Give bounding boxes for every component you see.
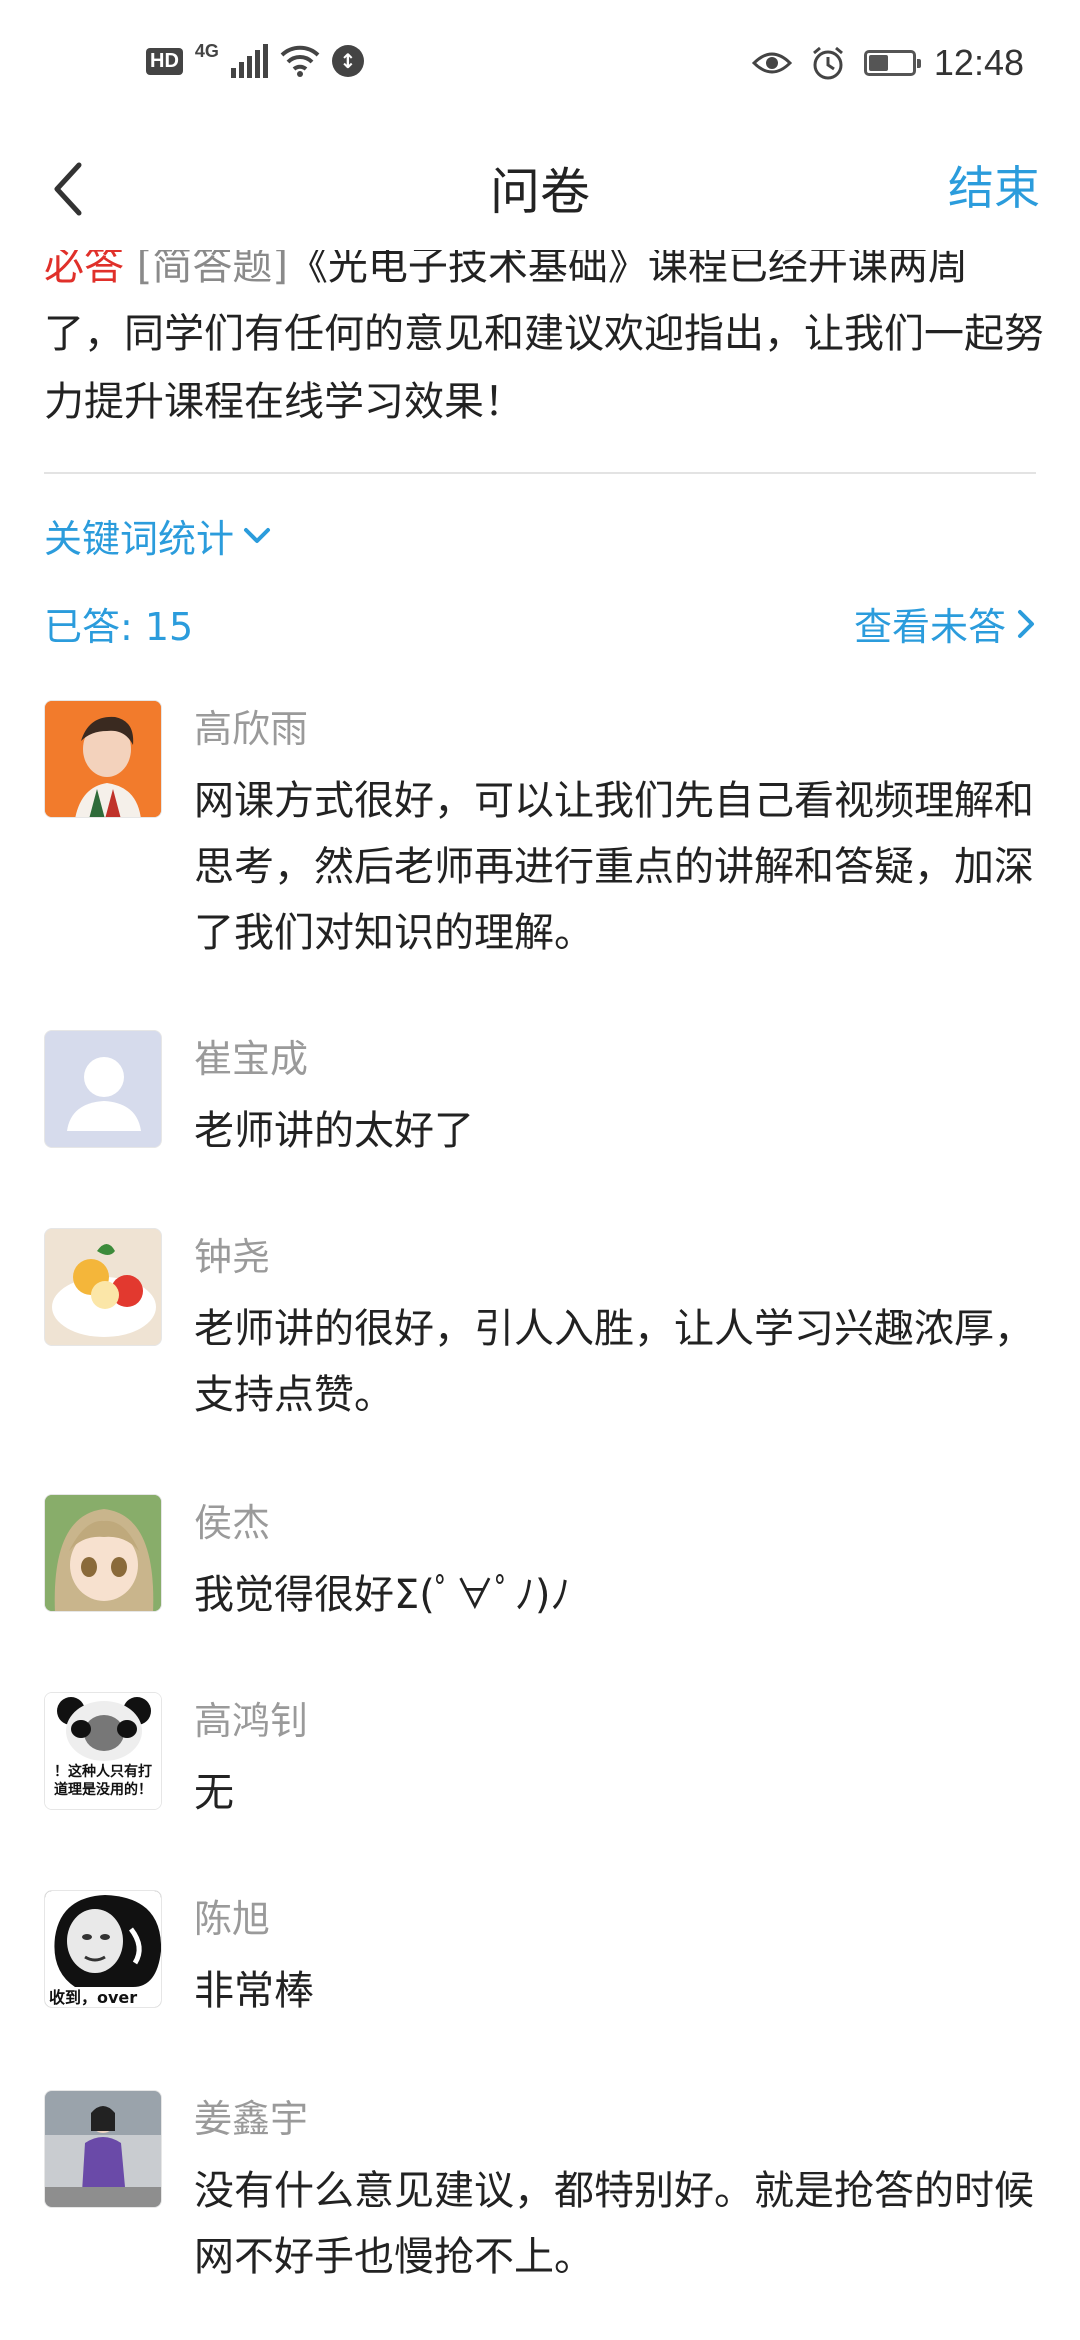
portrait-photo-icon[interactable]	[44, 700, 162, 818]
answer-author: 高欣雨	[194, 707, 309, 751]
nav-bar: 问卷 结束	[0, 132, 1080, 250]
answer-author: 崔宝成	[194, 1037, 309, 1081]
status-left-icons: HD 4G ↕	[146, 40, 364, 78]
divider	[44, 472, 1036, 474]
chevron-right-icon	[1018, 609, 1034, 638]
page-title: 问卷	[490, 163, 590, 221]
view-unanswered-link[interactable]: 查看未答	[854, 596, 1036, 651]
status-right-icons: 12:48	[751, 42, 1024, 84]
keyword-stats-label: 关键词统计	[44, 517, 235, 561]
battery-icon	[863, 50, 921, 76]
view-unanswered-label: 查看未答	[853, 605, 1006, 649]
data-transfer-icon: ↕	[331, 45, 364, 77]
wifi-icon	[280, 45, 320, 77]
status-bar: HD 4G ↕ 12:48	[0, 0, 1080, 132]
clock: 12:48	[933, 42, 1024, 83]
alarm-icon	[810, 45, 846, 81]
answer-text: 网课方式很好，可以让我们先自己看视频理解和思考，然后老师再进行重点的讲解和答疑，…	[194, 778, 1034, 956]
question-text: 必答 [简答题]《光电子技术基础》课程已经开课两周了，同学们有任何的意见和建议欢…	[44, 232, 1044, 436]
answer-author: 姜鑫宇	[194, 2097, 309, 2141]
network-type-label: 4G	[194, 40, 219, 61]
default-user-icon[interactable]	[44, 1030, 162, 1148]
answer-author: 陈旭	[194, 1897, 271, 1941]
anime-girl-icon[interactable]	[44, 1494, 162, 1612]
meme-face-icon[interactable]: 收到，over	[44, 1890, 162, 2008]
answer-author: 侯杰	[194, 1501, 271, 1545]
hd-icon: HD	[146, 47, 183, 75]
eye-comfort-icon	[751, 49, 792, 77]
answer-text: 非常棒	[194, 1968, 314, 2014]
answer-text: 没有什么意见建议，都特别好。就是抢答的时候网不好手也慢抢不上。	[194, 2168, 1034, 2280]
avatar-caption: 收到，over	[45, 1987, 161, 2007]
answer-text: 无	[194, 1770, 234, 1816]
chevron-down-icon	[244, 527, 271, 543]
answer-text: 老师讲的太好了	[194, 1108, 474, 1154]
keyword-stats-toggle[interactable]: 关键词统计	[44, 508, 272, 563]
answer-text: 我觉得很好Σ(ﾟ∀ﾟﾉ)ﾉ	[194, 1572, 571, 1618]
battery-level	[868, 55, 888, 71]
answered-count: 已答: 15	[44, 605, 194, 649]
signal-icon	[230, 44, 268, 78]
purple-coat-photo-icon[interactable]	[44, 2090, 162, 2208]
answer-text: 老师讲的很好，引人入胜，让人学习兴趣浓厚，支持点赞。	[194, 1306, 1034, 1418]
dessert-photo-icon[interactable]	[44, 1228, 162, 1346]
avatar-caption: ！这种人只有打 道理是没用的！	[54, 1764, 152, 1798]
answer-author: 高鸿钊	[194, 1699, 309, 1743]
panda-meme-icon[interactable]: ！这种人只有打 道理是没用的！	[44, 1692, 162, 1810]
end-button[interactable]: 结束	[948, 152, 1040, 218]
answer-author: 钟尧	[194, 1235, 271, 1279]
